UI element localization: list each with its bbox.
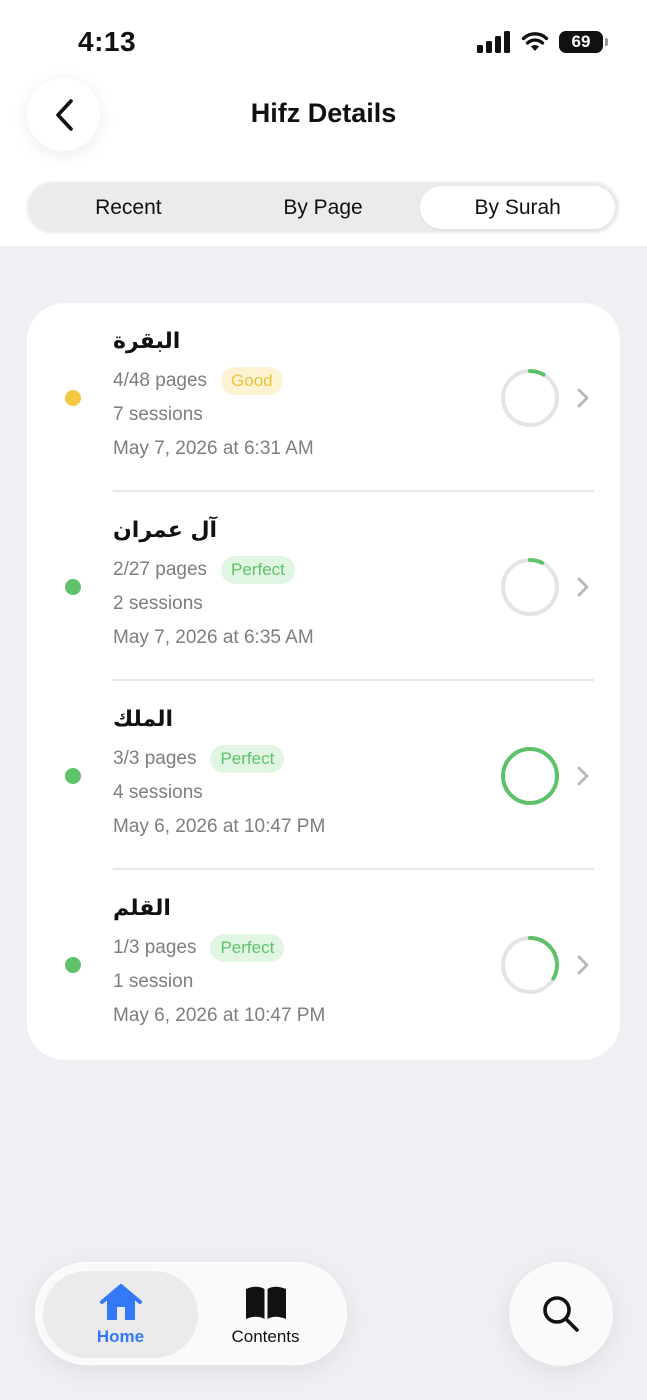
search-icon bbox=[543, 1296, 579, 1332]
last-date: May 7, 2026 at 6:35 AM bbox=[113, 627, 314, 648]
search-button[interactable] bbox=[509, 1262, 613, 1366]
progress-ring bbox=[501, 747, 559, 805]
sessions-count: 2 sessions bbox=[113, 593, 203, 614]
segment-label: By Surah bbox=[474, 195, 561, 219]
progress-ring bbox=[501, 936, 559, 994]
surah-row[interactable]: القلم 1/3 pages Perfect 1 session May 6,… bbox=[27, 870, 620, 1059]
pages-line: 1/3 pages Perfect bbox=[113, 934, 325, 962]
surah-info: البقرة 4/48 pages Good 7 sessions May 7,… bbox=[113, 329, 314, 463]
chevron-right-icon bbox=[577, 388, 589, 408]
bottom-tab-bar: Home Contents bbox=[35, 1262, 347, 1365]
last-date: May 6, 2026 at 10:47 PM bbox=[113, 1005, 326, 1026]
surah-row[interactable]: الملك 3/3 pages Perfect 4 sessions May 6… bbox=[27, 681, 620, 870]
surah-name: البقرة bbox=[113, 329, 181, 354]
last-date: May 7, 2026 at 6:31 AM bbox=[113, 438, 314, 459]
status-badge: Perfect bbox=[210, 745, 285, 773]
wifi-icon bbox=[521, 32, 549, 51]
status-dot bbox=[65, 579, 81, 595]
segment-label: Recent bbox=[95, 195, 162, 219]
view-segmented-control: Recent By Page By Surah bbox=[26, 181, 620, 234]
surah-name: آل عمران bbox=[113, 518, 218, 543]
tab-home[interactable]: Home bbox=[43, 1271, 198, 1358]
progress-ring bbox=[501, 369, 559, 427]
status-icons: 69 bbox=[477, 31, 608, 53]
pages-count: 1/3 pages bbox=[113, 937, 197, 958]
page-title: Hifz Details bbox=[250, 98, 397, 128]
sessions-count: 1 session bbox=[113, 971, 194, 992]
chevron-right-icon bbox=[577, 955, 589, 975]
status-badge: Perfect bbox=[221, 556, 295, 584]
status-time: 4:13 bbox=[78, 26, 137, 57]
pages-line: 4/48 pages Good bbox=[113, 367, 314, 395]
segment-label: By Page bbox=[283, 195, 363, 219]
pages-count: 2/27 pages bbox=[113, 559, 208, 580]
surah-list-card: البقرة 4/48 pages Good 7 sessions May 7,… bbox=[27, 303, 620, 1060]
status-dot bbox=[65, 390, 81, 406]
pages-count: 3/3 pages bbox=[113, 748, 197, 769]
last-date: May 6, 2026 at 10:47 PM bbox=[113, 816, 326, 837]
status-dot bbox=[65, 768, 81, 784]
battery-level: 69 bbox=[571, 32, 591, 51]
tab-contents[interactable]: Contents bbox=[188, 1271, 343, 1358]
sessions-count: 7 sessions bbox=[113, 404, 203, 425]
sessions-count: 4 sessions bbox=[113, 782, 203, 803]
tab-label: Home bbox=[96, 1326, 145, 1346]
surah-info: الملك 3/3 pages Perfect 4 sessions May 6… bbox=[113, 707, 325, 841]
surah-row[interactable]: آل عمران 2/27 pages Perfect 2 sessions M… bbox=[27, 492, 620, 681]
segment-by-surah[interactable]: By Surah bbox=[420, 186, 616, 229]
progress-ring bbox=[501, 558, 559, 616]
segment-by-page[interactable]: By Page bbox=[226, 186, 421, 229]
pages-count: 4/48 pages bbox=[113, 370, 208, 391]
chevron-right-icon bbox=[577, 766, 589, 786]
signal-icon bbox=[477, 31, 510, 53]
chevron-right-icon bbox=[577, 577, 589, 597]
pages-line: 2/27 pages Perfect bbox=[113, 556, 314, 584]
surah-info: القلم 1/3 pages Perfect 1 session May 6,… bbox=[113, 896, 325, 1030]
status-badge: Perfect bbox=[210, 934, 285, 962]
tab-label: Contents bbox=[231, 1326, 300, 1346]
status-badge: Good bbox=[221, 367, 283, 395]
pages-line: 3/3 pages Perfect bbox=[113, 745, 325, 773]
segment-recent[interactable]: Recent bbox=[31, 186, 226, 229]
battery-indicator: 69 bbox=[559, 31, 608, 53]
top-bar: 4:13 69 Hifz Details Recent By Page By S… bbox=[0, 0, 647, 246]
surah-info: آل عمران 2/27 pages Perfect 2 sessions M… bbox=[113, 518, 314, 652]
surah-name: القلم bbox=[113, 896, 171, 921]
status-dot bbox=[65, 957, 81, 973]
book-icon bbox=[245, 1286, 286, 1319]
home-icon bbox=[99, 1283, 142, 1320]
surah-name: الملك bbox=[113, 707, 174, 732]
surah-row[interactable]: البقرة 4/48 pages Good 7 sessions May 7,… bbox=[27, 303, 620, 492]
